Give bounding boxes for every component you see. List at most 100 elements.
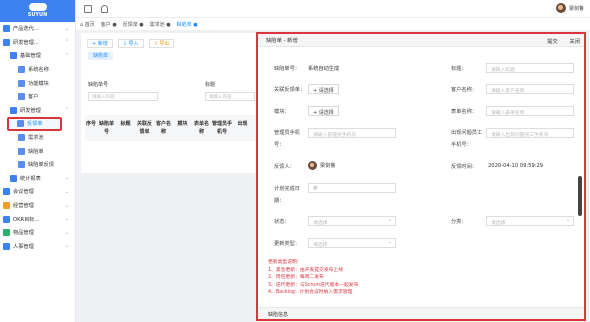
defect-no-label: 缺陷单号： [274,66,300,72]
status-select[interactable]: 请选择 ⌄ [308,216,396,226]
column-header[interactable]: 表单名称 [192,115,211,141]
time-value: 2020-04-10 09:59:29 [488,163,544,169]
customer-input[interactable]: 请输入客户名称 [486,84,574,94]
found-phone-label-cont: 手机号： [451,142,472,148]
sidebar-item-1[interactable]: 研发管理... ⌃ [0,36,75,50]
tab-1[interactable]: 客户 ● [101,21,117,28]
sidebar-item-2[interactable]: 基础管理 ⌃ [0,49,75,63]
form-input[interactable]: 请输入表单名称 [486,106,574,116]
sidebar-nav: 产品迭代... ⌄ 研发管理... ⌃ 基础管理 ⌃ 系统名称 功能模块 客户 研发管理 ⌃ 反馈单需… [0,22,75,253]
chevron-icon: ⌃ [64,52,69,59]
column-header[interactable]: 标题 [116,115,135,141]
sidebar-item-label: 缺陷单 [28,148,44,155]
time-label: 反馈时间： [451,164,477,170]
menu-item-icon [10,174,17,182]
user-name: 梁剑鲁 [568,5,584,12]
tab-defect-list[interactable]: 缺陷单 [88,52,113,60]
sidebar-item-4[interactable]: 功能模块 [0,76,75,90]
form-label: 表单名称： [451,109,477,115]
tab-0[interactable]: ⌂ 首页 [80,21,95,28]
feedback-select-button[interactable]: + 请选择 [308,84,339,94]
user-menu[interactable]: 梁剑鲁 [555,3,584,13]
chevron-icon: ⌄ [64,216,69,223]
module-select-button[interactable]: + 请选择 [308,106,339,116]
export-button[interactable]: ⇧ 导出 [148,39,175,48]
found-phone-input[interactable]: 请输入出现问题员工手机号 [486,128,574,138]
tab-2[interactable]: 反馈单 ● [123,21,144,28]
sidebar-item-0[interactable]: 产品迭代... ⌄ [0,22,75,36]
sidebar-item-13[interactable]: 经营管理 ⌄ [0,199,75,213]
chevron-down-icon: ⌄ [387,218,392,223]
chevron-icon: ⌄ [64,25,69,32]
menu-item-icon [18,66,25,74]
sidebar-item-12[interactable]: 会议管理 ⌄ [0,185,75,199]
menu-item-icon [18,161,25,169]
title-input[interactable]: 请输入标题 [486,63,574,73]
sidebar-item-14[interactable]: OKR目标... ⌄ [0,212,75,226]
reporter-name: 梁剑鲁 [320,163,336,169]
admin-phone-label: 管理员手机 [274,130,300,136]
column-header[interactable]: 管理员手机号 [211,115,233,141]
note-line: 3、迭代更新：与Scrum迭代版本一起发布 [268,282,359,288]
note-line: 2、周包更新：每周二发布 [268,275,324,280]
sidebar-item-label: 缺陷单反馈 [28,162,54,169]
chevron-icon: ⌃ [64,39,69,46]
status-placeholder: 请选择 [313,220,328,226]
tab-4[interactable]: 缺陷单 ● [177,21,198,28]
plan-date-input[interactable]: ▦ [308,183,396,193]
sidebar-item-16[interactable]: 人事管理 ⌄ [0,240,75,254]
update-type-select[interactable]: 请选择 ⌄ [308,238,396,248]
found-phone-label: 出现问题员工 [451,130,483,136]
menu-item-icon [10,106,17,114]
grid-menu-icon[interactable] [84,4,92,13]
admin-phone-input[interactable]: 请输入管理员手机号 [308,128,396,138]
menu-item-icon [3,188,10,196]
cloud-logo-icon [28,3,47,11]
plan-date-label: 计划完成日 [274,186,300,192]
sidebar-item-15[interactable]: 物品管理 ⌄ [0,226,75,240]
sidebar-item-label: 产品迭代... [13,26,39,33]
sidebar-item-3[interactable]: 系统名称 [0,63,75,77]
column-header[interactable]: 模块 [173,115,192,141]
category-select[interactable]: 请选择 ⌄ [486,216,574,226]
customer-label: 客户名称： [451,87,477,93]
column-header[interactable]: 缺陷单号 [97,115,116,141]
toolbar: + 新增 ⇩ 导入 ⇧ 导出 [81,33,259,48]
category-placeholder: 请选择 [491,220,506,226]
import-button[interactable]: ⇩ 导入 [117,39,144,48]
sidebar-item-label: 研发管理 [20,107,41,114]
plan-date-label-cont: 期： [274,198,285,204]
avatar [555,3,566,13]
tab-3[interactable]: 需求池 ● [150,21,171,28]
sidebar-item-9[interactable]: 缺陷单 [0,144,75,158]
sidebar-item-label: OKR目标... [13,216,40,223]
chevron-icon: ⌄ [64,243,69,250]
submit-button[interactable]: 提交 [547,39,558,45]
reporter-chip: 梁剑鲁 [308,161,336,170]
defect-new-dialog: 缺陷单 - 新增 提交 关闭 缺陷单号： 系统自动生成 标题： 请输入标题 关联… [256,32,586,321]
reporter-avatar [308,161,317,170]
defect-no-filter-input[interactable]: 请输入内容 [88,92,158,101]
sidebar-item-10[interactable]: 缺陷单反馈 [0,158,75,172]
menu-item-icon [18,147,25,155]
column-header[interactable]: 关联反馈单 [135,115,154,141]
title-filter-input[interactable]: 请输入内容 [205,92,255,101]
section-title: 缺陷信息 [258,307,584,319]
sidebar-item-11[interactable]: 统计报表 ⌄ [0,172,75,186]
bell-icon[interactable] [101,4,108,13]
menu-item-icon [18,79,25,87]
sidebar-item-8[interactable]: 需求池 [0,131,75,145]
scrollbar[interactable] [578,176,582,216]
dialog-header: 缺陷单 - 新增 提交 关闭 [258,34,584,47]
sidebar-item-7[interactable]: 反馈单 [7,117,62,131]
column-header[interactable]: 客户名称 [154,115,173,141]
sidebar-item-6[interactable]: 研发管理 ⌃ [0,104,75,118]
sidebar-item-label: 物品管理 [13,230,34,237]
column-header[interactable]: 出现 [233,115,252,141]
menu-item-icon [18,93,25,101]
sidebar-item-5[interactable]: 客户 [0,90,75,104]
new-button[interactable]: + 新增 [87,39,113,48]
sidebar-item-label: 经营管理 [13,203,34,210]
column-header[interactable]: 序号 [85,115,97,141]
close-button[interactable]: 关闭 [569,39,580,45]
